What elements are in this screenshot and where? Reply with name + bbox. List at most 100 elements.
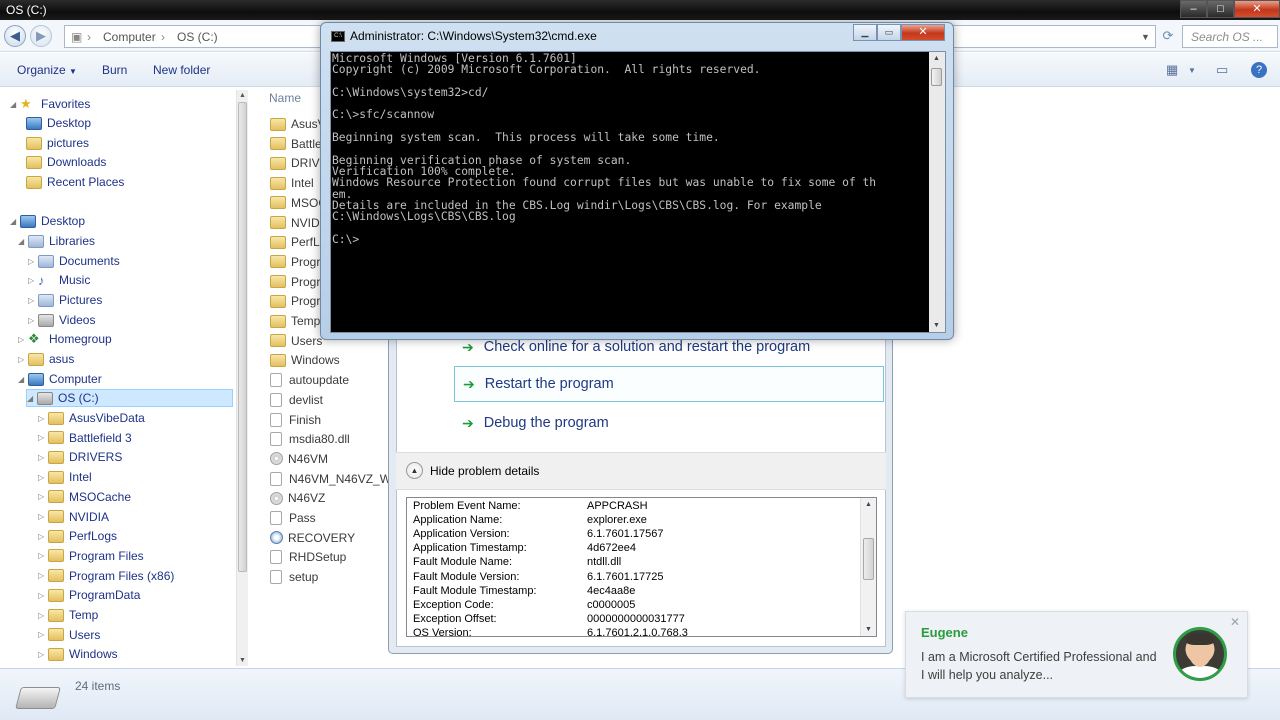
help-icon[interactable]: ? (1251, 62, 1267, 78)
expand-arrow-icon[interactable]: ◢ (18, 237, 28, 246)
scroll-thumb[interactable] (863, 538, 874, 580)
maximize-button[interactable]: □ (1207, 0, 1234, 18)
scroll-up-icon[interactable]: ▲ (239, 92, 246, 99)
burn-button[interactable]: Burn (102, 63, 127, 77)
scroll-down-icon[interactable]: ▼ (933, 322, 940, 329)
collapse-arrow-icon[interactable]: ▷ (28, 296, 38, 305)
nav-item-music[interactable]: ▷ ♪ Music (28, 271, 90, 289)
new-folder-button[interactable]: New folder (153, 63, 210, 77)
expand-arrow-icon[interactable]: ◢ (10, 100, 20, 109)
organize-button[interactable]: Organize ▼ (17, 63, 77, 77)
nav-drive-folder[interactable]: ▷ Intel (38, 468, 92, 486)
scroll-up-icon[interactable]: ▲ (865, 501, 872, 508)
nav-drive-folder[interactable]: ▷ AsusVibeData (38, 409, 145, 427)
console-output[interactable]: Microsoft Windows [Version 6.1.7601] Cop… (330, 51, 946, 333)
nav-libraries[interactable]: ◢ Libraries (18, 232, 95, 250)
expand-arrow-icon[interactable]: ◢ (10, 217, 20, 226)
collapse-arrow-icon[interactable]: ▷ (38, 433, 48, 442)
collapse-arrow-icon[interactable]: ▷ (38, 492, 48, 501)
breadcrumb-computer[interactable]: Computer (103, 30, 156, 44)
file-list-item[interactable]: Battle (270, 135, 322, 153)
collapse-arrow-icon[interactable]: ▷ (38, 591, 48, 600)
nav-drive-folder[interactable]: ▷ Windows (38, 645, 118, 663)
collapse-arrow-icon[interactable]: ▷ (38, 512, 48, 521)
nav-favorites[interactable]: ◢ ★ Favorites (10, 95, 90, 113)
collapse-arrow-icon[interactable]: ▷ (18, 355, 28, 364)
nav-drive-os-c[interactable]: ◢ OS (C:) (26, 389, 233, 407)
nav-drive-folder[interactable]: ▷ Battlefield 3 (38, 429, 132, 447)
collapse-arrow-icon[interactable]: ▷ (28, 316, 38, 325)
collapse-arrow-icon[interactable]: ▷ (38, 571, 48, 580)
file-list-item[interactable]: Finish (270, 411, 321, 429)
view-options-icon[interactable]: ▦ (1166, 62, 1178, 78)
nav-drive-folder[interactable]: ▷ Users (38, 626, 100, 644)
collapse-arrow-icon[interactable]: ▷ (38, 453, 48, 462)
nav-item-desktop-favorite[interactable]: Desktop (26, 114, 91, 132)
file-list-item[interactable]: Temp (270, 312, 320, 330)
file-list-item[interactable]: N46VM_N46VZ_WIN (270, 470, 403, 488)
nav-desktop[interactable]: ◢ Desktop (10, 212, 85, 230)
file-list-item[interactable]: RECOVERY (270, 529, 355, 547)
problem-details-box[interactable]: Problem Event Name: APPCRASH Application N… (406, 497, 877, 637)
collapse-arrow-icon[interactable]: ▷ (38, 532, 48, 541)
close-button[interactable]: ✕ (1234, 0, 1280, 18)
file-list-item[interactable]: msdia80.dll (270, 430, 350, 448)
nav-drive-folder[interactable]: ▷ Program Files (x86) (38, 567, 174, 585)
cmd-maximize-button[interactable]: ▭ (877, 24, 901, 41)
search-input[interactable]: Search OS ... (1182, 25, 1278, 48)
file-list-item[interactable]: setup (270, 568, 318, 586)
chevron-up-icon[interactable]: ▲ (406, 462, 423, 479)
nav-drive-folder[interactable]: ▷ PerfLogs (38, 527, 117, 545)
file-list-item[interactable]: Progra (270, 292, 327, 310)
nav-drive-folder[interactable]: ▷ ProgramData (38, 586, 140, 604)
restart-program-option[interactable]: ➔ Restart the program (454, 366, 884, 402)
nav-item-videos[interactable]: ▷ Videos (28, 311, 95, 329)
expand-arrow-icon[interactable]: ◢ (27, 394, 37, 403)
close-icon[interactable]: ✕ (1230, 615, 1240, 629)
file-list-item[interactable]: MSOC (270, 194, 327, 212)
nav-scrollbar[interactable]: ▲ ▼ (236, 90, 248, 666)
collapse-arrow-icon[interactable]: ▷ (28, 276, 38, 285)
breadcrumb-drive[interactable]: OS (C:) (177, 30, 218, 44)
nav-drive-folder[interactable]: ▷ MSOCache (38, 488, 131, 506)
hide-details-toggle[interactable]: ▲ Hide problem details (396, 452, 886, 490)
file-list-item[interactable]: Intel (270, 174, 314, 192)
nav-asus[interactable]: ▷ asus (18, 350, 74, 368)
chevron-down-icon[interactable]: ▼ (1188, 66, 1196, 75)
collapse-arrow-icon[interactable]: ▷ (38, 611, 48, 620)
nav-homegroup[interactable]: ▷ ❖ Homegroup (18, 330, 112, 348)
nav-item-documents[interactable]: ▷ Documents (28, 252, 120, 270)
debug-program-option[interactable]: ➔ Debug the program (454, 405, 884, 441)
scroll-thumb[interactable] (931, 68, 942, 86)
file-list-item[interactable]: Users (270, 332, 322, 350)
file-list-item[interactable]: Windows (270, 351, 340, 369)
nav-drive-folder[interactable]: ▷ Program Files (38, 547, 144, 565)
nav-item-downloads[interactable]: Downloads (26, 153, 106, 171)
file-list-item[interactable]: N46VM (270, 450, 328, 468)
collapse-arrow-icon[interactable]: ▷ (38, 414, 48, 423)
refresh-icon[interactable]: ⟳ (1158, 25, 1178, 48)
cmd-minimize-button[interactable]: ▁ (853, 24, 877, 41)
scroll-thumb[interactable] (238, 102, 247, 572)
nav-drive-folder[interactable]: ▷ NVIDIA (38, 508, 109, 526)
file-list-item[interactable]: autoupdate (270, 371, 349, 389)
file-list-item[interactable]: RHDSetup (270, 548, 346, 566)
file-list-item[interactable]: N46VZ (270, 489, 325, 507)
nav-drive-folder[interactable]: ▷ Temp (38, 606, 98, 624)
file-list-item[interactable]: AsusV (270, 115, 326, 133)
file-list-item[interactable]: Pass (270, 509, 316, 527)
details-scrollbar[interactable]: ▲ ▼ (860, 498, 876, 636)
file-list-item[interactable]: devlist (270, 391, 323, 409)
scroll-down-icon[interactable]: ▼ (865, 626, 872, 633)
nav-item-pictures[interactable]: ▷ Pictures (28, 291, 102, 309)
expand-arrow-icon[interactable]: ◢ (18, 375, 28, 384)
file-list-item[interactable]: Progra (270, 253, 327, 271)
file-list-item[interactable]: PerfLo (270, 233, 326, 251)
scroll-down-icon[interactable]: ▼ (239, 657, 246, 664)
nav-drive-folder[interactable]: ▷ DRIVERS (38, 448, 122, 466)
nav-computer[interactable]: ◢ Computer (18, 370, 102, 388)
chat-popup[interactable]: ✕ Eugene I am a Microsoft Certified Prof… (905, 611, 1248, 698)
collapse-arrow-icon[interactable]: ▷ (38, 473, 48, 482)
scroll-up-icon[interactable]: ▲ (933, 55, 940, 62)
collapse-arrow-icon[interactable]: ▷ (38, 630, 48, 639)
